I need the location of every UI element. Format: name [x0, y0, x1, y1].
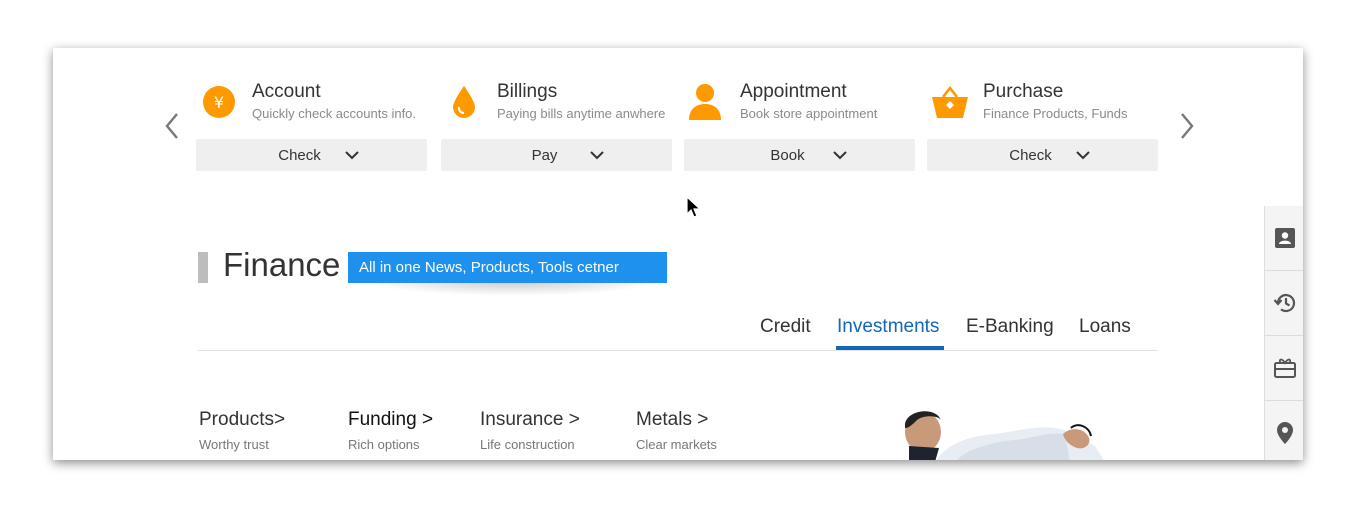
dock-history-button[interactable]: [1265, 271, 1303, 336]
category-metals[interactable]: Metals > Clear markets: [636, 409, 717, 452]
gift-card-icon: [1273, 358, 1296, 378]
pay-bills-button[interactable]: Pay: [441, 139, 672, 171]
finance-tabs: Credit Investments E-Banking Loans: [198, 310, 1158, 351]
category-title: Insurance >: [480, 409, 580, 430]
carousel-prev-button[interactable]: [159, 108, 185, 144]
category-title: Metals >: [636, 409, 709, 430]
service-card-billings: Billings Paying bills anytime anwhere Pa…: [441, 80, 672, 172]
service-card-purchase: Purchase Finance Products, Funds Check: [927, 80, 1158, 172]
service-title: Billings: [497, 81, 558, 102]
category-funding[interactable]: Funding > Rich options: [348, 409, 433, 452]
yen-coin-icon: ¥: [196, 80, 242, 124]
tab-investments[interactable]: Investments: [837, 316, 939, 338]
service-subtitle: Quickly check accounts info.: [252, 106, 417, 121]
section-accent-bar: [198, 252, 208, 283]
app-window: ¥ Account Quickly check accounts info. C…: [53, 48, 1303, 460]
section-banner: All in one News, Products, Tools cetner: [348, 252, 667, 283]
book-appointment-button[interactable]: Book: [684, 139, 915, 171]
dock-gift-card-button[interactable]: [1265, 336, 1303, 401]
svg-text:¥: ¥: [214, 93, 224, 112]
chevron-left-icon: [165, 113, 178, 139]
section-title: Finance: [223, 246, 341, 283]
service-title: Account: [252, 81, 321, 102]
service-title: Purchase: [983, 81, 1064, 102]
chevron-right-icon: [1181, 113, 1194, 139]
check-account-button[interactable]: Check: [196, 139, 427, 171]
contact-card-icon: [1274, 228, 1295, 248]
chevron-down-icon: [1075, 150, 1090, 159]
chevron-down-icon: [832, 150, 847, 159]
tab-e-banking[interactable]: E-Banking: [966, 316, 1054, 338]
history-icon: [1273, 294, 1295, 313]
service-card-appointment: Appointment Book store appointment Book: [684, 80, 915, 172]
dock-location-button[interactable]: [1265, 401, 1303, 460]
active-tab-indicator: [836, 346, 944, 350]
dock-contact-button[interactable]: [1265, 206, 1303, 271]
promo-image: [895, 406, 1105, 460]
chevron-down-icon: [589, 150, 604, 159]
service-card-account: ¥ Account Quickly check accounts info. C…: [196, 80, 427, 172]
service-subtitle: Book store appointment: [740, 106, 878, 121]
carousel-next-button[interactable]: [1174, 108, 1200, 144]
category-products[interactable]: Products> Worthy trust: [199, 409, 285, 452]
category-title: Funding >: [348, 409, 434, 430]
button-label: Pay: [531, 146, 558, 164]
tab-credit[interactable]: Credit: [760, 316, 811, 338]
category-title: Products>: [199, 409, 286, 430]
basket-icon: [927, 80, 973, 124]
service-title: Appointment: [740, 81, 847, 102]
quick-access-dock: [1264, 206, 1303, 460]
button-label: Check: [278, 146, 321, 164]
chevron-down-icon: [344, 150, 359, 159]
button-label: Check: [1009, 146, 1052, 164]
check-purchase-button[interactable]: Check: [927, 139, 1158, 171]
category-subtitle: Life construction: [480, 437, 575, 452]
service-subtitle: Paying bills anytime anwhere: [497, 106, 666, 121]
tab-loans[interactable]: Loans: [1079, 316, 1131, 338]
mouse-cursor-icon: [686, 195, 702, 225]
category-subtitle: Worthy trust: [199, 437, 269, 452]
category-subtitle: Rich options: [348, 437, 420, 452]
location-pin-icon: [1276, 422, 1293, 444]
button-label: Book: [770, 146, 805, 164]
drop-icon: [441, 80, 487, 124]
service-subtitle: Finance Products, Funds: [983, 106, 1128, 121]
category-subtitle: Clear markets: [636, 437, 717, 452]
category-insurance[interactable]: Insurance > Life construction: [480, 409, 580, 452]
user-icon: [682, 80, 728, 124]
